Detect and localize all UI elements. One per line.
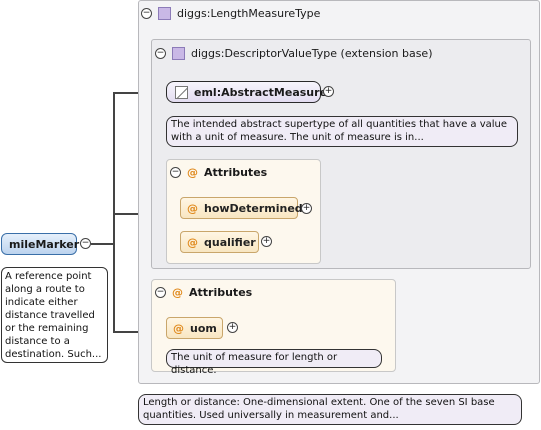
extension-base-label: diggs:DescriptorValueType (extension bas… <box>191 47 433 60</box>
collapse-icon[interactable]: − <box>155 287 166 298</box>
abstract-measure-documentation: The intended abstract supertype of all q… <box>166 116 518 147</box>
extension-base-header[interactable]: − diggs:DescriptorValueType (extension b… <box>155 47 432 60</box>
attribute-label: uom <box>190 321 217 335</box>
expand-icon[interactable]: + <box>227 322 238 333</box>
attribute-label: qualifier <box>204 235 256 249</box>
collapse-icon[interactable]: − <box>141 8 152 19</box>
attribute-uom[interactable]: @ uom <box>166 317 223 339</box>
attribute-icon: @ <box>187 201 198 215</box>
attribute-icon: @ <box>172 286 183 299</box>
root-element-label: mileMarker <box>9 237 80 251</box>
expand-icon[interactable]: + <box>301 203 312 214</box>
attributes-group-header[interactable]: − @ Attributes <box>170 166 267 179</box>
complex-type-documentation: Length or distance: One-dimensional exte… <box>138 394 522 425</box>
root-element-mileMarker[interactable]: mileMarker <box>1 233 80 255</box>
attribute-qualifier[interactable]: @ qualifier <box>180 231 259 253</box>
attributes-group-label: Attributes <box>189 286 253 299</box>
abstract-element-icon <box>175 85 188 99</box>
root-element-documentation: A reference point along a route to indic… <box>1 267 108 363</box>
uom-documentation: The unit of measure for length or distan… <box>166 349 382 376</box>
attribute-howDetermined[interactable]: @ howDetermined <box>180 197 303 219</box>
attribute-icon: @ <box>187 235 198 249</box>
collapse-icon[interactable]: − <box>80 238 91 249</box>
element-abstract-measure-label: eml:AbstractMeasure <box>194 85 328 99</box>
collapse-icon[interactable]: − <box>155 48 166 59</box>
element-abstract-measure[interactable]: eml:AbstractMeasure <box>166 81 327 103</box>
connector-line <box>91 243 115 245</box>
expand-icon[interactable]: + <box>323 86 334 97</box>
collapse-icon[interactable]: − <box>170 167 181 178</box>
complex-type-label: diggs:LengthMeasureType <box>177 7 321 20</box>
attribute-icon: @ <box>173 321 184 335</box>
complex-type-icon <box>158 7 171 20</box>
attribute-icon: @ <box>187 166 198 179</box>
attribute-label: howDetermined <box>204 201 303 215</box>
complex-type-header[interactable]: − diggs:LengthMeasureType <box>141 7 320 20</box>
complex-type-icon <box>172 47 185 60</box>
attributes-group-label: Attributes <box>204 166 268 179</box>
expand-icon[interactable]: + <box>261 236 272 247</box>
attributes-group-header[interactable]: − @ Attributes <box>155 286 252 299</box>
